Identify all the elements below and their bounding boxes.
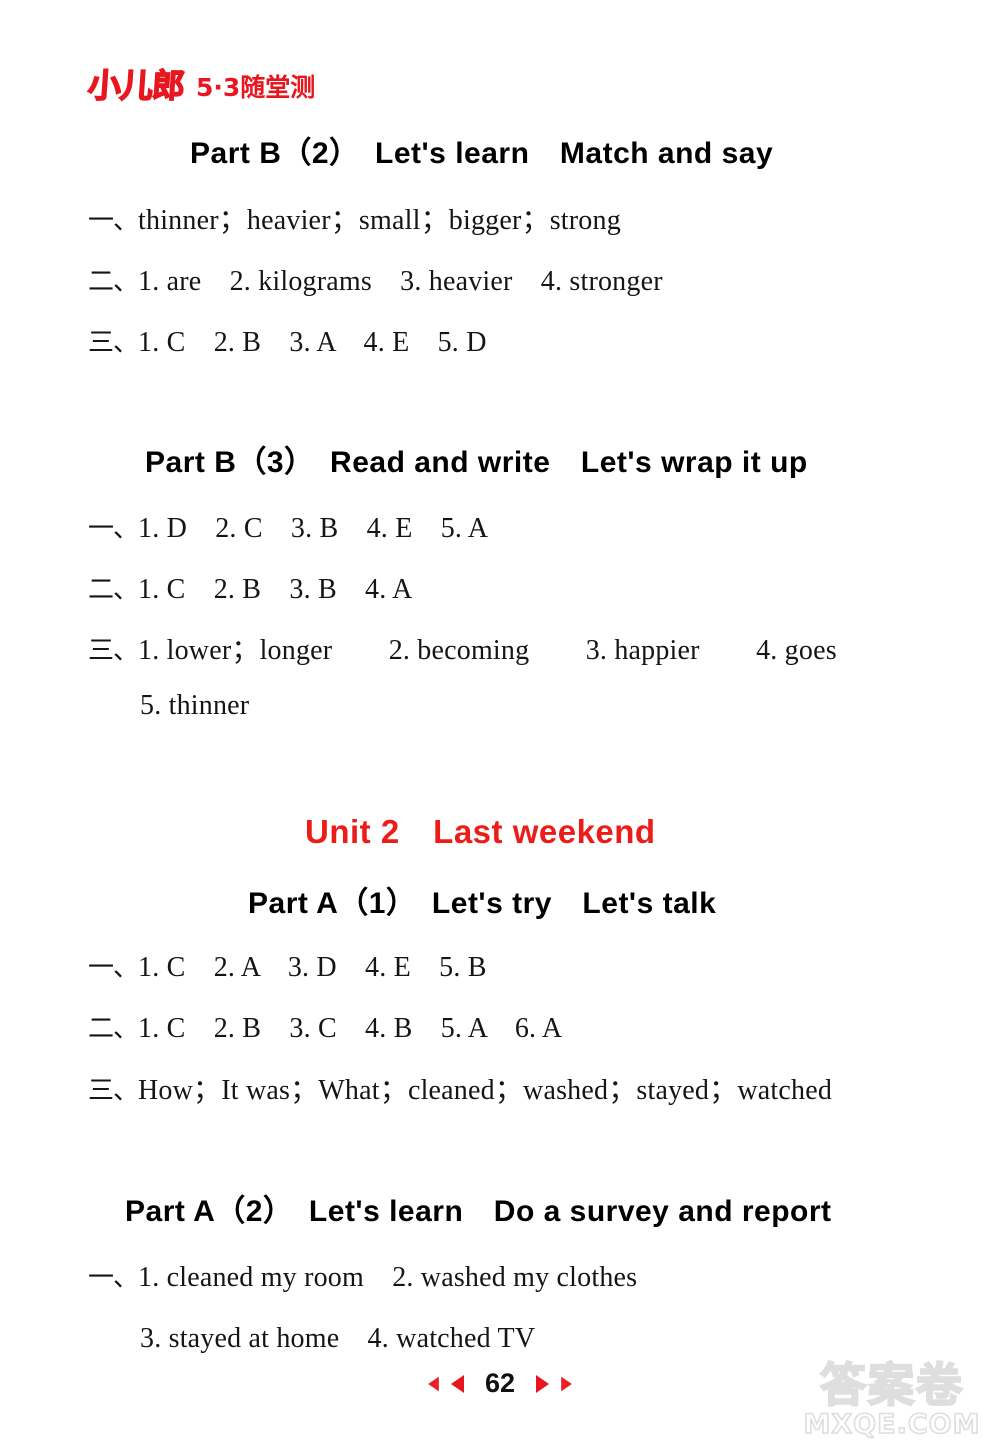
answer-marker: 三、	[88, 1076, 139, 1106]
answer-text: 1. lower；longer 2. becoming 3. happier 4…	[138, 635, 837, 666]
answer-marker: 二、	[88, 267, 139, 297]
section-heading-part-b-2: Part B（2） Let's learn Match and say	[190, 137, 774, 170]
watermark-cn-text: 答案卷	[819, 1358, 964, 1412]
answer-row: 三、1. lower；longer 2. becoming 3. happier…	[88, 628, 837, 668]
brand-logo: 小儿郎	[86, 65, 186, 106]
page-number: 62	[484, 1368, 516, 1398]
answer-text: 1. C 2. B 3. C 4. B 5. A 6. A	[138, 1013, 563, 1044]
watermark: 答案卷 MXQE.COM	[792, 1358, 992, 1452]
answer-row: 二、1. C 2. B 3. B 4. A	[88, 567, 413, 607]
answer-text: 1. cleaned my room 2. washed my clothes	[138, 1262, 638, 1293]
answer-text: thinner；heavier；small；bigger；strong	[138, 205, 621, 236]
next-page-arrow-icon[interactable]	[536, 1374, 550, 1393]
answer-marker: 三、	[88, 636, 139, 666]
answer-row: 三、1. C 2. B 3. A 4. E 5. D	[88, 320, 487, 360]
section-heading-part-a-2: Part A（2） Let's learn Do a survey and re…	[125, 1195, 832, 1228]
answer-row: 一、1. C 2. A 3. D 4. E 5. B	[88, 945, 487, 985]
unit-heading: Unit 2 Last weekend	[305, 813, 656, 850]
answer-text: 5. thinner	[140, 690, 250, 721]
section-heading-part-a-1: Part A（1） Let's try Let's talk	[248, 887, 717, 920]
answer-row-continuation: 5. thinner	[140, 690, 249, 722]
answer-marker: 一、	[88, 514, 139, 544]
answer-text: 1. D 2. C 3. B 4. E 5. A	[138, 513, 489, 544]
answer-row: 三、How；It was；What；cleaned；washed；stayed；…	[88, 1068, 832, 1108]
answer-marker: 二、	[88, 1014, 139, 1044]
watermark-site-text: MXQE.COM	[803, 1409, 981, 1441]
answer-text: 1. are 2. kilograms 3. heavier 4. strong…	[138, 266, 663, 297]
answer-row: 一、1. cleaned my room 2. washed my clothe…	[88, 1255, 637, 1295]
answer-text: 1. C 2. A 3. D 4. E 5. B	[138, 952, 487, 983]
answer-marker: 一、	[88, 953, 139, 983]
prev-page-arrow-outer-icon[interactable]	[428, 1376, 439, 1391]
answer-marker: 一、	[88, 1263, 139, 1293]
answer-marker: 一、	[88, 206, 139, 236]
answer-text: 1. C 2. B 3. B 4. A	[138, 574, 413, 605]
answer-marker: 二、	[88, 575, 139, 605]
answer-text: 3. stayed at home 4. watched TV	[140, 1323, 536, 1354]
answer-text: How；It was；What；cleaned；washed；stayed；wa…	[138, 1075, 833, 1106]
answer-key-page: { "brand": { "logo_text": "小儿郎", "logo_s…	[0, 0, 1000, 1456]
answer-row: 二、1. are 2. kilograms 3. heavier 4. stro…	[88, 259, 663, 299]
answer-row-continuation: 3. stayed at home 4. watched TV	[140, 1316, 535, 1356]
answer-row: 一、thinner；heavier；small；bigger；strong	[88, 198, 621, 238]
brand-series-label: 5·3随堂测	[196, 73, 316, 102]
next-page-arrow-outer-icon[interactable]	[561, 1376, 572, 1391]
answer-marker: 三、	[88, 328, 139, 358]
masthead: 小儿郎 5·3随堂测	[86, 58, 316, 106]
answer-text: 1. C 2. B 3. A 4. E 5. D	[138, 327, 487, 358]
answer-row: 二、1. C 2. B 3. C 4. B 5. A 6. A	[88, 1006, 562, 1046]
section-heading-part-b-3: Part B（3） Read and write Let's wrap it u…	[145, 446, 808, 479]
answer-row: 一、1. D 2. C 3. B 4. E 5. A	[88, 506, 488, 546]
prev-page-arrow-icon[interactable]	[450, 1374, 464, 1393]
